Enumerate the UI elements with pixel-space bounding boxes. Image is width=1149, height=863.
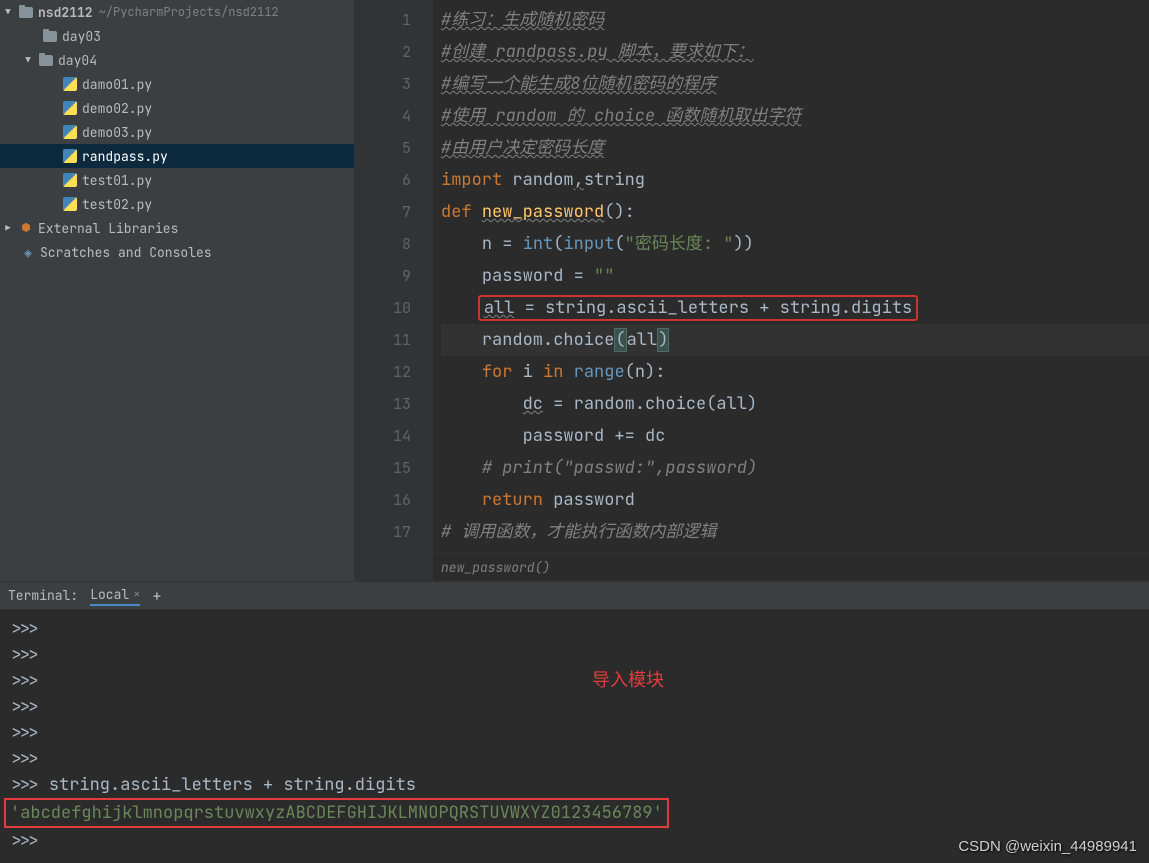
project-path: ~/PycharmProjects/nsd2112	[99, 4, 279, 20]
tree-file[interactable]: test01.py	[0, 168, 354, 192]
folder-icon	[19, 7, 33, 18]
python-file-icon	[63, 101, 77, 115]
close-icon[interactable]: ×	[133, 586, 140, 602]
code-editor[interactable]: 123 456 789 101112 131415 1617 #练习：生成随机密…	[355, 0, 1149, 581]
terminal-body[interactable]: >>> >>> >>> >>> >>> >>> >>> string.ascii…	[0, 610, 1149, 860]
tree-file[interactable]: damo01.py	[0, 72, 354, 96]
chevron-down-icon[interactable]: ▼	[2, 6, 14, 18]
tree-folder-day03[interactable]: day03	[0, 24, 354, 48]
library-icon: ⬢	[18, 220, 34, 236]
annotation-text: 导入模块	[592, 668, 664, 694]
terminal-panel: Terminal: Local × + >>> >>> >>> >>> >>> …	[0, 581, 1149, 863]
terminal-output-highlight: 'abcdefghijklmnopqrstuvwxyzABCDEFGHIJKLM…	[4, 798, 669, 828]
tree-file[interactable]: test02.py	[0, 192, 354, 216]
chevron-right-icon[interactable]: ▶	[2, 222, 14, 234]
terminal-tab-local[interactable]: Local ×	[90, 586, 140, 606]
code-area[interactable]: #练习：生成随机密码 #创建 randpass.py 脚本，要求如下： #编写一…	[433, 0, 1149, 581]
python-file-icon	[63, 77, 77, 91]
tree-external-libs[interactable]: ▶ ⬢ External Libraries	[0, 216, 354, 240]
tree-scratches[interactable]: ◈ Scratches and Consoles	[0, 240, 354, 264]
terminal-tab-bar: Terminal: Local × +	[0, 582, 1149, 610]
tree-folder-day04[interactable]: ▼ day04	[0, 48, 354, 72]
tree-file-selected[interactable]: randpass.py	[0, 144, 354, 168]
chevron-down-icon[interactable]: ▼	[22, 54, 34, 66]
python-file-icon	[63, 125, 77, 139]
python-file-icon	[63, 197, 77, 211]
python-file-icon	[63, 149, 77, 163]
tree-file[interactable]: demo03.py	[0, 120, 354, 144]
add-terminal-button[interactable]: +	[152, 586, 161, 606]
tree-file[interactable]: demo02.py	[0, 96, 354, 120]
folder-icon	[43, 31, 57, 42]
folder-icon	[39, 55, 53, 66]
line-gutter: 123 456 789 101112 131415 1617	[355, 0, 433, 581]
python-file-icon	[63, 173, 77, 187]
scratches-icon: ◈	[20, 244, 36, 260]
project-tree[interactable]: ▼ nsd2112 ~/PycharmProjects/nsd2112 day0…	[0, 0, 355, 581]
watermark: CSDN @weixin_44989941	[958, 838, 1137, 855]
terminal-label: Terminal:	[8, 587, 78, 604]
tree-root[interactable]: ▼ nsd2112 ~/PycharmProjects/nsd2112	[0, 0, 354, 24]
breadcrumb[interactable]: new_password()	[433, 553, 1149, 581]
project-name: nsd2112	[38, 4, 93, 21]
